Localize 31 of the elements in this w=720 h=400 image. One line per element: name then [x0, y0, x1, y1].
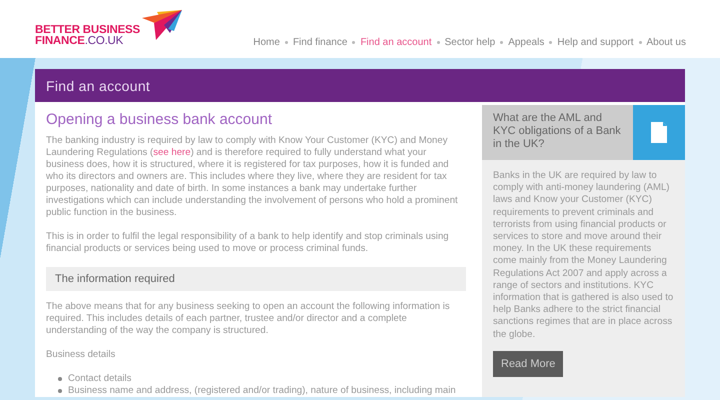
nav-link[interactable]: Find finance	[292, 37, 348, 48]
page-title-bar: Find an account	[35, 69, 685, 102]
section-heading: The information required	[46, 267, 466, 291]
logo-text: BETTER BUSINESS	[35, 25, 140, 36]
subheading: Business details	[46, 349, 116, 361]
nav-link[interactable]: Appeals	[508, 37, 544, 48]
nav-link[interactable]: Home	[253, 37, 280, 48]
nav-link[interactable]: Help and support	[557, 37, 634, 48]
bullet-icon	[58, 377, 62, 381]
link[interactable]: see here	[153, 147, 191, 158]
card-question: What are the AML and KYC obligations of a Bank in the UK?	[492, 111, 622, 152]
separator-dot	[549, 41, 552, 44]
logo-text: FINANCE.CO.UK	[35, 36, 124, 47]
bullet-icon	[58, 389, 62, 393]
list-item: Business name and address, (registered and/or trading), nature of business, including main	[68, 385, 456, 397]
separator-dot	[436, 41, 440, 44]
separator-dot	[638, 41, 642, 44]
paragraph: The banking industry is required by law to comply with Know Your Customer (KYC) and Money Laundering Regulations (see here) and is therefore required to fully understand what your business does, how it is structured, where it is registered for tax purposes, how it is funded and who its directors and owners are. This includes where they live, where they are resident for tax purposes, nationality and date of birth. In some instances a bank may undertake further investigations which can include understanding the involvement of persons who hold a prominent public function in the business.	[46, 135, 459, 219]
read-more-button[interactable]: Read More	[493, 350, 564, 377]
separator-dot	[284, 41, 288, 44]
document-icon	[651, 122, 667, 143]
nav-link[interactable]: Sector help	[444, 37, 496, 48]
nav-link[interactable]: About us	[646, 37, 686, 48]
paragraph: This is in order to fulfil the legal responsibility of a bank to help identify and stop criminals using financial products or services being used to move or process criminal funds.	[46, 231, 450, 255]
separator-dot	[500, 41, 504, 44]
card-text: Banks in the UK are required by law to comply with anti-money laundering (AML) laws and Know your Customer (KYC) requirements to prevent criminals and terrorists from using financial products or services to store and move around their money. In the UK these requirements come mainly from the Money Laundering Regulations Act 2007 and apply across a range of sectors and institutions. KYC information that is gathered is also used to help Banks adhere to the strict financial sanctions regimes that are in place across the globe.	[492, 169, 674, 341]
nav-link[interactable]: Find an account	[360, 37, 432, 48]
paragraph: The above means that for any business seeking to open an account the following information is required. This includes details of each partner, trustee and/or director and a complete understanding of the way the company is structured.	[46, 301, 451, 337]
article-heading: Opening a business bank account	[46, 114, 273, 126]
list-item: Contact details	[68, 373, 132, 385]
separator-dot	[352, 41, 356, 44]
